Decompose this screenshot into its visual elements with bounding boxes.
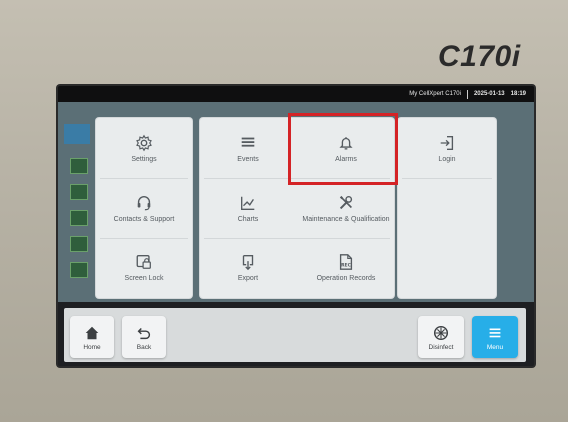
menu-item-operation-records[interactable]: REC Operation Records (298, 240, 394, 296)
headset-icon (137, 196, 151, 211)
status-date: 2025-01-13 (473, 91, 505, 97)
status-bar: My CellXpert C170i 2025-01-13 18:19 (58, 86, 534, 102)
menu-divider (204, 238, 390, 239)
operation-records-label: Operation Records (316, 275, 376, 282)
hamburger-menu-icon (489, 328, 501, 337)
background-row (70, 158, 88, 174)
login-label: Login (438, 156, 456, 163)
alarms-highlight-box (288, 113, 398, 185)
disinfect-button[interactable]: Disinfect (418, 316, 464, 358)
menu-divider (100, 178, 188, 179)
home-icon (85, 326, 99, 339)
menu-item-maintenance-qualification[interactable]: Maintenance & Qualification (298, 180, 394, 238)
disinfect-icon (433, 325, 449, 340)
back-label: Back (136, 343, 152, 351)
menu-item-charts[interactable]: Charts (200, 180, 296, 238)
screen-lock-label: Screen Lock (124, 275, 164, 282)
line-chart-icon (241, 196, 255, 210)
menu-label: Menu (486, 343, 504, 351)
contacts-support-label: Contacts & Support (113, 216, 175, 223)
maintenance-label: Maintenance & Qualification (302, 216, 390, 223)
disinfect-label: Disinfect (428, 343, 454, 351)
menu-divider (100, 238, 188, 239)
back-arrow-icon (137, 327, 151, 339)
events-label: Events (237, 156, 259, 163)
menu-item-export[interactable]: Export (200, 240, 296, 296)
export-icon (242, 255, 254, 271)
background-tab (64, 124, 90, 144)
tools-icon (339, 195, 353, 210)
device-model-label: C170i (438, 40, 521, 73)
charts-label: Charts (237, 216, 259, 223)
back-button[interactable]: Back (122, 316, 166, 358)
list-icon (241, 137, 255, 147)
menu-button[interactable]: Menu (472, 316, 518, 358)
export-label: Export (237, 275, 259, 282)
menu-item-events[interactable]: Events (200, 120, 296, 178)
screen-lock-icon (136, 255, 151, 269)
background-row (70, 262, 88, 278)
gear-icon (136, 134, 152, 152)
background-row (70, 210, 88, 226)
svg-text:REC: REC (341, 263, 352, 269)
home-button[interactable]: Home (70, 316, 114, 358)
home-label: Home (83, 343, 101, 351)
background-row (70, 184, 88, 200)
document-rec-icon: REC (339, 254, 353, 270)
background-row (70, 236, 88, 252)
menu-divider (402, 178, 492, 179)
menu-item-settings[interactable]: Settings (96, 120, 192, 178)
settings-label: Settings (131, 156, 157, 163)
login-icon (440, 136, 454, 150)
status-time: 18:19 (510, 91, 526, 97)
menu-item-screen-lock[interactable]: Screen Lock (96, 240, 192, 296)
device-name: My CellXpert C170i (409, 91, 461, 97)
menu-item-contacts-support[interactable]: Contacts & Support (96, 180, 192, 238)
menu-item-login[interactable]: Login (398, 120, 496, 178)
status-separator (466, 89, 468, 99)
